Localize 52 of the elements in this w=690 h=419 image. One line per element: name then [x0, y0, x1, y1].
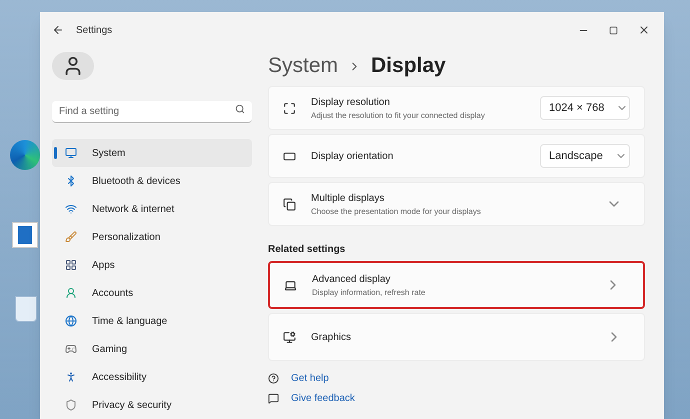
- sidebar-item[interactable]: System: [52, 139, 252, 167]
- bluetooth-icon: [65, 175, 77, 187]
- setting-description: Display information, refresh rate: [312, 286, 426, 298]
- maximize-icon[interactable]: [609, 26, 618, 34]
- setting-title: Display orientation: [311, 150, 394, 164]
- setting-title: Display resolution: [311, 96, 391, 110]
- window-title: Settings: [76, 24, 112, 38]
- breadcrumb-parent[interactable]: System: [268, 50, 338, 82]
- close-icon[interactable]: [638, 24, 650, 36]
- search-field[interactable]: Find a setting: [52, 101, 252, 123]
- setting-description: Adjust the resolution to fit your connected display: [311, 110, 486, 122]
- gamepad-icon: [65, 343, 77, 355]
- sidebar-item[interactable]: Apps: [52, 251, 252, 279]
- shield-icon: [65, 399, 77, 411]
- setting-description: Choose the presentation mode for your displays: [311, 206, 482, 218]
- apps-grid-icon: [65, 259, 77, 271]
- setting-title: Multiple displays: [311, 192, 386, 206]
- setting-card[interactable]: Advanced display Display information, refresh rate: [268, 261, 645, 309]
- dropdown[interactable]: 1024 × 768: [540, 96, 630, 120]
- brush-icon: [65, 231, 77, 243]
- sidebar-item[interactable]: Privacy & security: [52, 391, 252, 419]
- document-desktop-icon[interactable]: [12, 222, 38, 248]
- sidebar-item[interactable]: Gaming: [52, 335, 252, 363]
- help-icon: [268, 373, 279, 384]
- dropdown[interactable]: Landscape: [540, 144, 630, 168]
- sidebar-item[interactable]: Network & internet: [52, 195, 252, 223]
- browser-desktop-icon[interactable]: [10, 140, 40, 170]
- setting-card[interactable]: Graphics: [268, 313, 645, 361]
- sidebar-item[interactable]: Accessibility: [52, 363, 252, 391]
- section-heading: Related settings: [268, 243, 346, 257]
- setting-card[interactable]: Multiple displays Choose the presentation mode for your displays: [268, 182, 645, 226]
- laptop-icon: [284, 278, 297, 292]
- sidebar-item[interactable]: Personalization: [52, 223, 252, 251]
- accessibility-icon: [65, 371, 77, 383]
- help-link[interactable]: Get help: [291, 371, 329, 386]
- sidebar-item[interactable]: Time & language: [52, 307, 252, 335]
- sidebar-item[interactable]: Accounts: [52, 279, 252, 307]
- setting-card[interactable]: Display resolution Adjust the resolution to fit your connected display 1024 × 768: [268, 86, 645, 130]
- monitor-icon: [65, 147, 77, 159]
- page-title: Display: [371, 53, 446, 80]
- two-screens-icon: [283, 198, 296, 210]
- help-link[interactable]: Give feedback: [291, 391, 355, 406]
- search-icon: [235, 104, 245, 114]
- feedback-icon: [268, 393, 279, 404]
- setting-title: Advanced display: [312, 272, 392, 286]
- resize-icon: [283, 102, 296, 114]
- person-icon: [65, 287, 77, 299]
- setting-title: Graphics: [311, 330, 352, 344]
- setting-card[interactable]: Display orientation Landscape: [268, 134, 645, 178]
- back-arrow-icon[interactable]: [52, 24, 64, 36]
- globe-icon: [65, 315, 77, 327]
- sidebar-item[interactable]: Bluetooth & devices: [52, 167, 252, 195]
